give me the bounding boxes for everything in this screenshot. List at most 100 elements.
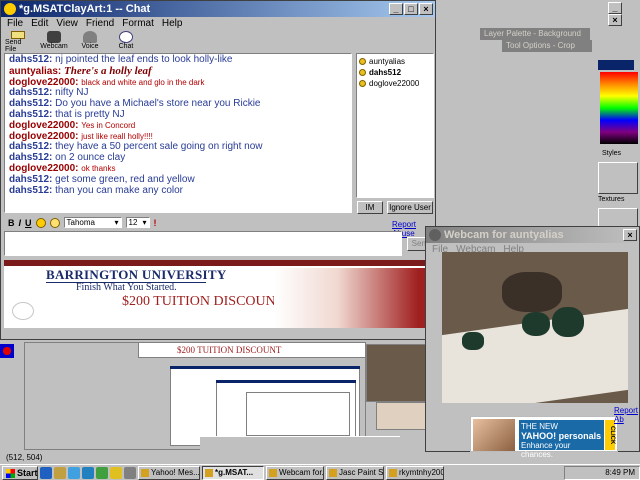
message-nick[interactable]: doglove22000: [9, 77, 78, 88]
chat-titlebar[interactable]: *g.MSATClayArt:1 -- Chat _ □ × [1, 1, 435, 17]
font-value: Tahoma [66, 218, 95, 227]
chat-menubar: File Edit View Friend Format Help [1, 17, 435, 30]
outlook-icon[interactable] [54, 466, 66, 479]
chat-title: *g.MSATClayArt:1 -- Chat [19, 3, 151, 15]
message-text: get some green, red and yellow [55, 173, 195, 185]
layer-palette-title[interactable]: Layer Palette - Background [480, 28, 590, 40]
message-text: nifty NJ [55, 87, 89, 99]
quicklaunch-icon[interactable] [124, 466, 136, 479]
message-text: Yes in Concord [81, 120, 136, 130]
underline-button[interactable]: U [25, 218, 32, 228]
menu-edit[interactable]: Edit [31, 17, 48, 30]
message-list[interactable]: dahs512: nj pointed the leaf ends to loo… [4, 53, 352, 213]
message-nick[interactable]: dahs512: [9, 87, 52, 98]
font-size-select[interactable]: 12 ▾ [125, 217, 150, 228]
message-text: they have a 50 percent sale going on rig… [55, 141, 263, 153]
user-list[interactable]: auntyalias dahs512 doglove22000 [356, 53, 434, 198]
webcam-titlebar[interactable]: Webcam for auntyalias × [426, 227, 639, 243]
clay-tool-image [502, 272, 562, 312]
menu-friend[interactable]: Friend [86, 17, 114, 30]
ie-icon[interactable] [40, 466, 52, 479]
task-paint-shop[interactable]: Jasc Paint S... [326, 465, 384, 480]
tool-options-title[interactable]: Tool Options - Crop [502, 40, 592, 52]
minimize-icon[interactable]: _ [389, 3, 403, 15]
webcam-window: Webcam for auntyalias × File Webcam Help… [425, 226, 640, 459]
italic-button[interactable]: I [19, 218, 22, 228]
start-button[interactable]: Start [2, 465, 38, 480]
message-nick[interactable]: dahs512: [9, 109, 52, 120]
task-webcam[interactable]: Webcam for... [266, 465, 324, 480]
alert-icon[interactable]: ! [154, 218, 157, 228]
palette-titlebar [598, 60, 634, 70]
menu-file[interactable]: File [7, 17, 23, 30]
nested-titlebar [216, 380, 356, 383]
smiley-icon[interactable] [35, 217, 46, 228]
message-nick[interactable]: dahs512: [9, 185, 52, 196]
maximize-icon[interactable]: □ [404, 3, 418, 15]
task-rkymtnhy[interactable]: rkymtnhy200... [386, 465, 444, 480]
nested-ad-discount: $200 TUITION DISCOUNT [177, 345, 282, 355]
user-entry[interactable]: doglove22000 [359, 78, 431, 89]
nested-yahoo-ad [376, 402, 428, 430]
message-text: that is pretty NJ [55, 108, 125, 120]
university-ad-banner[interactable]: BARRINGTON UNIVERSITY Finish What You St… [4, 260, 434, 328]
taskbar: Start Yahoo! Mes... *g.MSAT... Webcam fo… [0, 464, 640, 480]
message-nick[interactable]: doglove22000: [9, 131, 78, 142]
styles-label: Styles [602, 150, 622, 157]
message-nick[interactable]: dahs512: [9, 141, 52, 152]
user-entry[interactable]: auntyalias [359, 56, 431, 67]
click-tab[interactable]: CLICK [605, 420, 615, 450]
message-nick[interactable]: doglove22000: [9, 120, 78, 131]
clock[interactable]: 8:49 PM [605, 468, 635, 477]
status-bar: (512, 504) [6, 453, 43, 462]
user-status-icon [359, 80, 366, 87]
media-icon[interactable] [96, 466, 108, 479]
message-nick[interactable]: dahs512: [9, 98, 52, 109]
webcam-button[interactable]: Webcam [40, 31, 68, 53]
clay-leaf-image [522, 312, 550, 336]
yahoo-personals-ad[interactable]: THE NEW YAHOO! personals Enhance your ch… [470, 416, 618, 459]
user-name: auntyalias [369, 57, 406, 66]
desktop-icon[interactable] [68, 466, 80, 479]
user-entry[interactable]: dahs512 [359, 67, 431, 78]
close-icon[interactable]: × [608, 14, 622, 26]
chat-label: Chat [118, 43, 134, 50]
menu-view[interactable]: View [56, 17, 78, 30]
chat-button[interactable]: Chat [113, 31, 139, 53]
quicklaunch-icon[interactable] [110, 466, 122, 479]
task-chat[interactable]: *g.MSAT... [202, 465, 264, 480]
chat-window: *g.MSATClayArt:1 -- Chat _ □ × File Edit… [0, 0, 436, 340]
message-nick[interactable]: dahs512: [9, 54, 52, 65]
emoticon-icon[interactable] [49, 217, 60, 228]
message-nick[interactable]: dahs512: [9, 152, 52, 163]
webcam-report-abuse-link[interactable]: Report Ab [614, 406, 640, 424]
close-icon[interactable]: × [419, 3, 433, 15]
window-buttons[interactable]: _ × [608, 2, 638, 26]
voice-button[interactable]: Voice [77, 31, 103, 53]
im-button[interactable]: IM [357, 201, 383, 214]
task-yahoo-messenger[interactable]: Yahoo! Mes... [138, 465, 200, 480]
message-nick[interactable]: dahs512: [9, 174, 52, 185]
color-palette[interactable] [600, 72, 638, 144]
message-nick[interactable]: auntyalias: [9, 66, 61, 77]
voice-label: Voice [81, 43, 99, 50]
chevron-down-icon: ▾ [114, 218, 119, 227]
send-file-button[interactable]: Send File [5, 31, 31, 53]
messenger-icon[interactable] [82, 466, 94, 479]
couple-photo [473, 419, 515, 451]
menu-help[interactable]: Help [162, 17, 183, 30]
close-icon[interactable]: × [623, 229, 637, 241]
bold-button[interactable]: B [8, 218, 15, 228]
ad-top-bar [4, 260, 434, 266]
styles-swatch[interactable] [598, 162, 638, 194]
font-select[interactable]: Tahoma ▾ [63, 217, 122, 228]
chat-toolbar: Send File Webcam Voice Chat [1, 30, 435, 54]
ignore-user-button[interactable]: Ignore User [387, 201, 433, 214]
message-input[interactable] [4, 231, 402, 256]
user-name: dahs512 [369, 68, 402, 77]
message-text: just like reall holly!!!! [81, 131, 153, 141]
message-text: nj pointed the leaf ends to look holly-l… [55, 54, 233, 65]
menu-format[interactable]: Format [122, 17, 154, 30]
min-icon[interactable]: _ [608, 2, 622, 14]
message-nick[interactable]: doglove22000: [9, 163, 78, 174]
